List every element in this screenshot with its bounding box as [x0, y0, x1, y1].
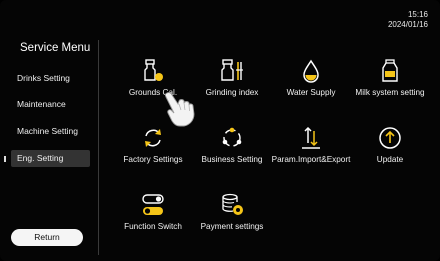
milk-carton-icon	[382, 59, 398, 82]
payment-settings-label: Payment settings	[200, 222, 264, 231]
status-clock: 15:16 2024/01/16	[388, 10, 428, 30]
payment-coins-icon	[222, 193, 243, 215]
clock-date: 2024/01/16	[387, 20, 428, 29]
milk-system-setting-label: Milk system setting	[355, 88, 425, 97]
sidebar: Service Menu Drinks Setting Maintenance …	[0, 0, 100, 261]
active-indicator	[4, 156, 6, 162]
payment-settings-button[interactable]: Payment settings	[177, 192, 287, 242]
update-label: Update	[376, 155, 404, 164]
return-button[interactable]: Return	[11, 229, 83, 246]
sidebar-item-eng-setting[interactable]: Eng. Setting	[11, 150, 90, 167]
toggle-switch-icon	[142, 194, 164, 215]
grounds-calibration-icon	[144, 59, 163, 81]
update-button[interactable]: Update	[335, 125, 440, 175]
hand-pointer-icon	[164, 92, 195, 127]
clock-time: 15:16	[407, 10, 428, 19]
update-arrow-icon	[379, 127, 401, 149]
water-drop-icon	[303, 59, 319, 83]
sidebar-item-machine-setting[interactable]: Machine Setting	[11, 123, 90, 140]
sidebar-item-maintenance[interactable]: Maintenance	[11, 96, 90, 113]
service-menu-screen: 15:16 2024/01/16 Service Menu Drinks Set…	[0, 0, 440, 261]
grinding-index-icon	[221, 59, 243, 81]
milk-system-setting-button[interactable]: Milk system setting	[335, 58, 440, 108]
import-export-icon	[302, 126, 320, 149]
business-cycle-icon	[222, 127, 242, 147]
sidebar-item-drinks-setting[interactable]: Drinks Setting	[11, 70, 90, 87]
sidebar-title: Service Menu	[20, 42, 91, 54]
